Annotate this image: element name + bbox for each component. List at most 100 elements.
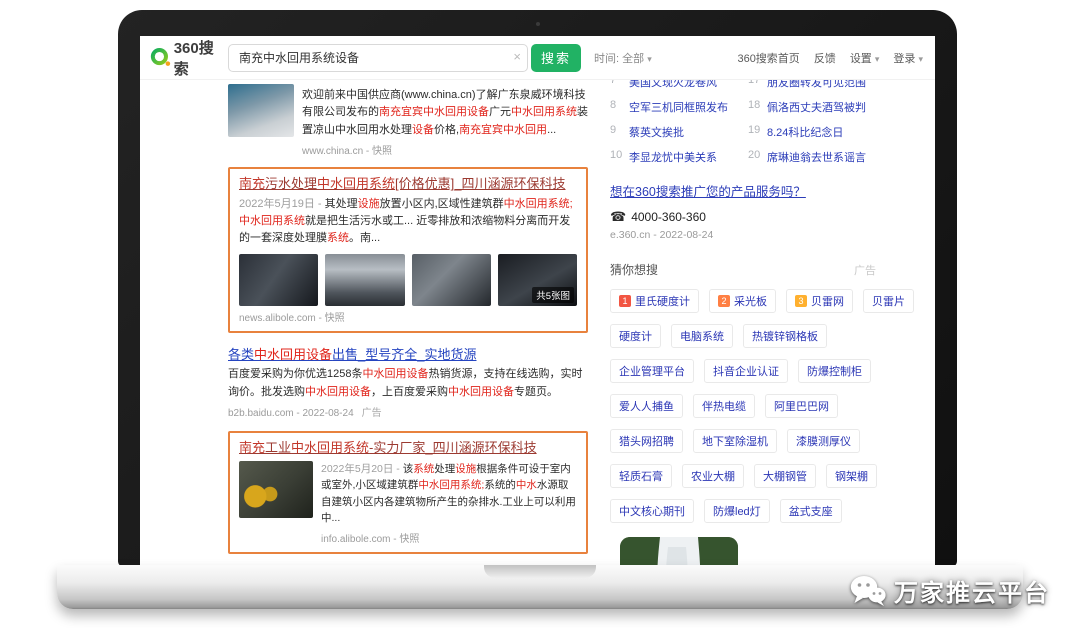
hot-text: 美国又现火龙卷风 xyxy=(629,80,717,90)
result-3-snippet: 百度爱采购为你优选1258条中水回用设备热销货源，支持在线选购，实时询价。批发选… xyxy=(228,366,588,401)
watermark: 万家推云平台 xyxy=(850,573,1050,608)
result-4-title-link[interactable]: 南充工业中水回用系统-实力厂家_四川涵源环保科技 xyxy=(239,439,537,457)
chip-rank-badge: 3 xyxy=(795,295,807,307)
related-search-chip[interactable]: 钢架棚 xyxy=(826,464,877,488)
chip-label: 大棚钢管 xyxy=(763,468,807,484)
related-search-chips: 1里氏硬度计 2采光板 3 贝雷网 贝雷片 硬度计 电脑系统 热镀锌钢格板 企业管理平台抖音… xyxy=(610,289,935,523)
results-scroll-area: 欢迎前来中国供应商(www.china.cn)了解广东泉威环境科技有限公司发布的… xyxy=(140,80,935,565)
time-filter[interactable]: 时间: 全部 ▾ xyxy=(594,50,652,66)
related-search-chip[interactable]: 爱人人捕鱼 xyxy=(610,394,683,418)
hot-search-item[interactable]: 20 席琳迪翁去世系谣言 xyxy=(748,149,866,165)
related-search-chip[interactable]: 轻质石膏 xyxy=(610,464,672,488)
hot-list-right-column: 17 朋友圈转发可见范围 18 佩洛西丈夫酒驾被判 19 8.24科 xyxy=(748,80,866,165)
related-search-chip[interactable]: 2采光板 xyxy=(709,289,776,313)
nav-settings-menu[interactable]: 设置 ▾ xyxy=(850,50,880,66)
related-search-chip[interactable]: 漆膜测厚仪 xyxy=(787,429,860,453)
chip-label: 热镀锌钢格板 xyxy=(752,328,818,344)
related-search-chip[interactable]: 抖音企业认证 xyxy=(704,359,788,383)
nav-home-link[interactable]: 360搜索首页 xyxy=(737,50,799,66)
related-search-chip[interactable]: 电脑系统 xyxy=(671,324,733,348)
hot-rank: 17 xyxy=(748,80,761,90)
promo-ad-source: e.360.cn - 2022-08-24 xyxy=(610,229,935,241)
result-2-photo-4[interactable]: 共5张图 xyxy=(498,254,577,306)
hot-text: 8.24科比纪念日 xyxy=(767,124,843,140)
chip-label: 爱人人捕鱼 xyxy=(619,398,674,414)
chip-label: 农业大棚 xyxy=(691,468,735,484)
chip-row: 硬度计 电脑系统 热镀锌钢格板 xyxy=(610,324,935,348)
search-input[interactable] xyxy=(228,44,528,72)
search-button[interactable]: 搜索 xyxy=(531,44,581,72)
nav-login-menu[interactable]: 登录 ▾ xyxy=(893,50,923,66)
related-search-chip[interactable]: 伴热电缆 xyxy=(693,394,755,418)
chip-label: 电脑系统 xyxy=(680,328,724,344)
chip-label: 猎头网招聘 xyxy=(619,433,674,449)
chip-label: 贝雷网 xyxy=(811,293,844,309)
hot-search-item[interactable]: 19 8.24科比纪念日 xyxy=(748,124,866,140)
result-item-1: 欢迎前来中国供应商(www.china.cn)了解广东泉威环境科技有限公司发布的… xyxy=(228,84,588,157)
related-search-chip[interactable]: 阿里巴巴网 xyxy=(765,394,838,418)
nav-feedback-link[interactable]: 反馈 xyxy=(814,50,836,66)
related-search-chip[interactable]: 农业大棚 xyxy=(682,464,744,488)
nav-login-label: 登录 xyxy=(893,53,915,65)
related-search-chip[interactable]: 热镀锌钢格板 xyxy=(743,324,827,348)
result-4-source: info.alibole.com - 快照 xyxy=(321,530,577,545)
related-search-chip[interactable]: 企业管理平台 xyxy=(610,359,694,383)
related-search-chip[interactable]: 防爆led灯 xyxy=(704,499,770,523)
result-item-2-highlighted: 南充污水处理中水回用系统[价格优惠]_四川涵源环保科技 2022年5月19日 -… xyxy=(228,167,588,333)
hot-search-item[interactable]: 18 佩洛西丈夫酒驾被判 xyxy=(748,99,866,115)
related-search-chip[interactable]: 硬度计 xyxy=(610,324,661,348)
hot-search-item[interactable]: 17 朋友圈转发可见范围 xyxy=(748,80,866,90)
result-3-source-text: b2b.baidu.com - 2022-08-24 xyxy=(228,408,354,419)
hot-search-list: 7 美国又现火龙卷风 8 空军三机同框照发布 9 蔡英文挨批 xyxy=(610,80,935,165)
hot-search-item[interactable]: 9 蔡英文挨批 xyxy=(610,124,728,140)
chip-label: 硬度计 xyxy=(619,328,652,344)
related-search-chip[interactable]: 防爆控制柜 xyxy=(798,359,871,383)
chip-rank-badge: 1 xyxy=(619,295,631,307)
related-search-chip[interactable]: 猎头网招聘 xyxy=(610,429,683,453)
result-1-thumbnail-image[interactable] xyxy=(228,84,294,137)
promo-phone-number: 4000-360-360 xyxy=(631,210,706,224)
chip-label: 贝雷片 xyxy=(872,293,905,309)
hot-rank: 9 xyxy=(610,124,623,140)
hot-text: 蔡英文挨批 xyxy=(629,124,684,140)
related-search-chip[interactable]: 大棚钢管 xyxy=(754,464,816,488)
search-results-page: 360搜索 × 搜索 时间: 全部 ▾ 360搜索首页 反馈 设置 ▾ 登录 ▾ xyxy=(140,36,935,565)
scenic-mountain-image[interactable] xyxy=(620,537,738,565)
result-2-title-link[interactable]: 南充污水处理中水回用系统[价格优惠]_四川涵源环保科技 xyxy=(239,175,566,193)
related-searches-section: 猜你想搜 广告 1里氏硬度计 2采光板 3 贝雷网 贝雷片 硬度计 电脑系统 热镀锌钢格板 … xyxy=(610,261,935,523)
result-4-thumbnail-image[interactable] xyxy=(239,461,313,518)
result-2-photo-1[interactable] xyxy=(239,254,318,306)
chevron-down-icon: ▾ xyxy=(918,54,923,64)
hot-search-item[interactable]: 8 空军三机同框照发布 xyxy=(610,99,728,115)
hot-text: 席琳迪翁去世系谣言 xyxy=(767,149,866,165)
360-search-logo[interactable]: 360搜索 xyxy=(150,37,228,79)
phone-icon: ☎ xyxy=(610,209,626,225)
related-search-chip[interactable]: 盆式支座 xyxy=(780,499,842,523)
result-4-snippet: 2022年5月20日 - 该系统处理设施根据条件可设于室内或室外,小区域建筑群中… xyxy=(321,461,577,527)
hot-search-item[interactable]: 7 美国又现火龙卷风 xyxy=(610,80,728,90)
related-searches-heading: 猜你想搜 xyxy=(610,261,658,278)
related-search-chip[interactable]: 地下室除湿机 xyxy=(693,429,777,453)
result-3-title-link[interactable]: 各类中水回用设备出售_型号齐全_实地货源 xyxy=(228,346,477,364)
chip-row: 轻质石膏 农业大棚 大棚钢管 钢架棚 xyxy=(610,464,935,488)
hot-text: 空军三机同框照发布 xyxy=(629,99,728,115)
logo-text: 360搜索 xyxy=(174,37,228,79)
chip-label: 盆式支座 xyxy=(789,503,833,519)
result-2-photo-2[interactable] xyxy=(325,254,404,306)
result-2-photo-3[interactable] xyxy=(412,254,491,306)
related-ad-label: 广告 xyxy=(854,262,876,278)
chevron-down-icon: ▾ xyxy=(647,54,652,64)
sidebar-promo-ad: 想在360搜索推广您的产品服务吗？ ☎ 4000-360-360 e.360.c… xyxy=(610,181,935,241)
promo-ad-title-link[interactable]: 想在360搜索推广您的产品服务吗？ xyxy=(610,185,806,199)
related-search-chip[interactable]: 中文核心期刊 xyxy=(610,499,694,523)
chevron-down-icon: ▾ xyxy=(875,54,880,64)
hot-text: 朋友圈转发可见范围 xyxy=(767,80,866,90)
related-search-chip[interactable]: 贝雷片 xyxy=(863,289,914,313)
clear-search-icon[interactable]: × xyxy=(513,50,521,64)
mountain-cave-illustration xyxy=(620,537,738,565)
hot-search-item[interactable]: 10 李显龙忧中美关系 xyxy=(610,149,728,165)
time-filter-value: 全部 xyxy=(622,53,644,65)
hot-rank: 7 xyxy=(610,80,623,90)
related-search-chip[interactable]: 3 贝雷网 xyxy=(786,289,853,313)
related-search-chip[interactable]: 1里氏硬度计 xyxy=(610,289,699,313)
